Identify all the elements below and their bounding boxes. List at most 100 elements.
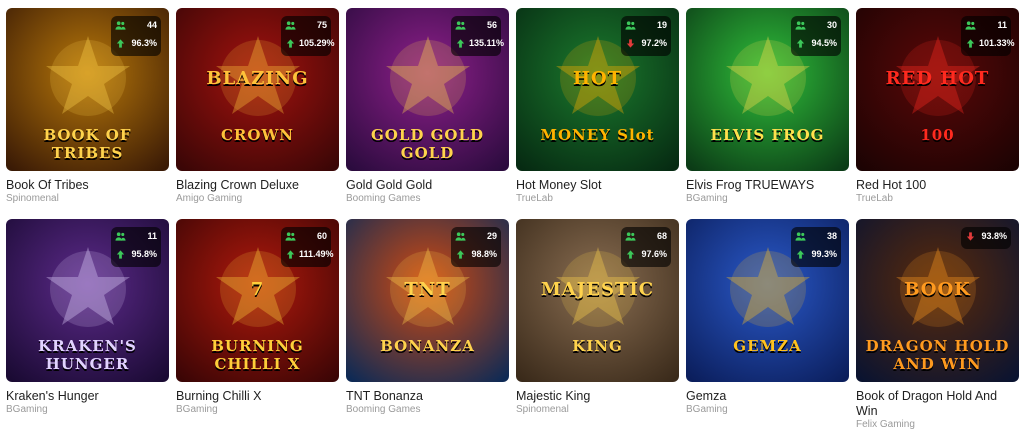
game-logo-top: TNT bbox=[404, 279, 451, 300]
rtp-up-icon bbox=[456, 249, 465, 259]
game-title[interactable]: Red Hot 100 bbox=[856, 178, 1019, 193]
game-card[interactable]: ELVIS FROG 30 94.5% Elvis Frog TRUEWAYS BGam… bbox=[686, 8, 849, 219]
game-provider: Amigo Gaming bbox=[176, 193, 243, 204]
players-count: 56 bbox=[486, 20, 497, 30]
game-card[interactable]: HOT MONEY Slot 19 97.2% Hot Money Slot TrueLa… bbox=[516, 8, 679, 219]
game-thumbnail[interactable]: BLAZING CROWN 75 105.29% bbox=[176, 8, 339, 171]
rtp-down-icon bbox=[966, 231, 975, 241]
game-logo-top: BLAZING bbox=[206, 68, 309, 89]
game-logo-bottom: MONEY Slot bbox=[540, 126, 655, 144]
rtp-up-icon bbox=[626, 249, 635, 259]
game-thumbnail[interactable]: RED HOT 100 11 101.33% bbox=[856, 8, 1019, 171]
game-logo-bottom: BOOK OF TRIBES bbox=[43, 126, 132, 162]
game-title[interactable]: Elvis Frog TRUEWAYS bbox=[686, 178, 849, 193]
game-thumbnail[interactable]: KRAKEN'S HUNGER 11 95.8% bbox=[6, 219, 169, 382]
stats-badge: 29 98.8% bbox=[451, 227, 501, 267]
game-logo-top: 7 bbox=[250, 279, 265, 300]
rtp-stat: 93.8% bbox=[961, 227, 1011, 245]
people-icon bbox=[625, 20, 636, 30]
game-card[interactable]: MAJESTIC KING 68 97.6% Majestic King Spinomen… bbox=[516, 219, 679, 441]
players-stat: 38 bbox=[791, 227, 841, 245]
game-card[interactable]: 7 BURNING CHILLI X 60 111.49% Burning Chilli… bbox=[176, 219, 339, 441]
rtp-up-icon bbox=[286, 38, 295, 48]
players-count: 60 bbox=[316, 231, 327, 241]
rtp-value: 101.33% bbox=[979, 38, 1015, 48]
rtp-stat: 105.29% bbox=[281, 34, 335, 52]
game-card[interactable]: BOOK OF TRIBES 44 96.3% Book Of Tribes Spino… bbox=[6, 8, 169, 219]
game-logo-bottom: BONANZA bbox=[380, 337, 475, 355]
rtp-value: 93.8% bbox=[981, 231, 1007, 241]
game-title[interactable]: Gold Gold Gold bbox=[346, 178, 509, 193]
game-title[interactable]: Blazing Crown Deluxe bbox=[176, 178, 339, 193]
people-icon bbox=[795, 20, 806, 30]
game-card[interactable]: GEMZA 38 99.3% Gemza BGaming bbox=[686, 219, 849, 441]
stats-badge: 56 135.11% bbox=[451, 16, 504, 56]
rtp-value: 94.5% bbox=[811, 38, 837, 48]
game-title[interactable]: Book Of Tribes bbox=[6, 178, 169, 193]
game-card[interactable]: GOLD GOLD GOLD 56 135.11% Gold Gold Gold Boo… bbox=[346, 8, 509, 219]
game-logo-top: RED HOT bbox=[885, 68, 990, 89]
game-title[interactable]: Majestic King bbox=[516, 389, 679, 404]
players-stat: 11 bbox=[961, 16, 1011, 34]
rtp-stat: 95.8% bbox=[111, 245, 161, 263]
stats-badge: 75 105.29% bbox=[281, 16, 335, 56]
people-icon bbox=[625, 231, 636, 241]
game-thumbnail[interactable]: BOOK OF TRIBES 44 96.3% bbox=[6, 8, 169, 171]
game-title[interactable]: Hot Money Slot bbox=[516, 178, 679, 193]
stats-badge: 93.8% bbox=[961, 227, 1011, 249]
game-logo-bottom: ELVIS FROG bbox=[710, 126, 825, 144]
game-provider: Felix Gaming bbox=[856, 419, 915, 430]
game-thumbnail[interactable]: 7 BURNING CHILLI X 60 111.49% bbox=[176, 219, 339, 382]
game-title[interactable]: Kraken's Hunger bbox=[6, 389, 169, 404]
game-title[interactable]: TNT Bonanza bbox=[346, 389, 509, 404]
people-icon bbox=[285, 231, 296, 241]
game-thumbnail[interactable]: HOT MONEY Slot 19 97.2% bbox=[516, 8, 679, 171]
rtp-stat: 99.3% bbox=[791, 245, 841, 263]
players-stat: 60 bbox=[281, 227, 331, 245]
rtp-value: 97.2% bbox=[641, 38, 667, 48]
game-logo-bottom: GOLD GOLD GOLD bbox=[370, 126, 485, 162]
game-thumbnail[interactable]: ELVIS FROG 30 94.5% bbox=[686, 8, 849, 171]
game-card[interactable]: RED HOT 100 11 101.33% Red Hot 100 TrueLab bbox=[856, 8, 1019, 219]
rtp-value: 95.8% bbox=[131, 249, 157, 259]
game-logo-bottom: KING bbox=[572, 337, 623, 355]
rtp-down-icon bbox=[626, 38, 635, 48]
game-provider: Spinomenal bbox=[6, 193, 59, 204]
rtp-value: 105.29% bbox=[299, 38, 335, 48]
players-count: 19 bbox=[656, 20, 667, 30]
rtp-up-icon bbox=[456, 38, 465, 48]
players-stat: 19 bbox=[621, 16, 671, 34]
game-provider: BGaming bbox=[6, 404, 48, 415]
game-title[interactable]: Gemza bbox=[686, 389, 849, 404]
game-thumbnail[interactable]: TNT BONANZA 29 98.8% bbox=[346, 219, 509, 382]
rtp-value: 97.6% bbox=[641, 249, 667, 259]
people-icon bbox=[455, 231, 466, 241]
rtp-stat: 94.5% bbox=[791, 34, 841, 52]
game-title[interactable]: Burning Chilli X bbox=[176, 389, 339, 404]
stats-badge: 11 95.8% bbox=[111, 227, 161, 267]
game-card[interactable]: KRAKEN'S HUNGER 11 95.8% Kraken's Hunger BGa… bbox=[6, 219, 169, 441]
game-provider: Booming Games bbox=[346, 404, 421, 415]
stats-badge: 68 97.6% bbox=[621, 227, 671, 267]
players-stat: 29 bbox=[451, 227, 501, 245]
players-count: 44 bbox=[146, 20, 157, 30]
rtp-up-icon bbox=[286, 249, 295, 259]
games-grid: BOOK OF TRIBES 44 96.3% Book Of Tribes Spino… bbox=[6, 8, 1019, 441]
game-thumbnail[interactable]: MAJESTIC KING 68 97.6% bbox=[516, 219, 679, 382]
game-thumbnail[interactable]: BOOK DRAGON HOLD AND WIN 93.8% bbox=[856, 219, 1019, 382]
rtp-up-icon bbox=[116, 38, 125, 48]
rtp-value: 98.8% bbox=[471, 249, 497, 259]
game-title[interactable]: Book of Dragon Hold And Win bbox=[856, 389, 1019, 419]
game-card[interactable]: BLAZING CROWN 75 105.29% Blazing Crown Delux… bbox=[176, 8, 339, 219]
rtp-up-icon bbox=[966, 38, 975, 48]
stats-badge: 38 99.3% bbox=[791, 227, 841, 267]
game-card[interactable]: BOOK DRAGON HOLD AND WIN 93.8% Book of Drag… bbox=[856, 219, 1019, 441]
rtp-stat: 111.49% bbox=[281, 245, 334, 263]
game-thumbnail[interactable]: GOLD GOLD GOLD 56 135.11% bbox=[346, 8, 509, 171]
rtp-stat: 96.3% bbox=[111, 34, 161, 52]
game-thumbnail[interactable]: GEMZA 38 99.3% bbox=[686, 219, 849, 382]
game-logo-top: MAJESTIC bbox=[540, 279, 655, 300]
people-icon bbox=[115, 20, 126, 30]
game-card[interactable]: TNT BONANZA 29 98.8% TNT Bonanza Booming Game… bbox=[346, 219, 509, 441]
players-stat: 44 bbox=[111, 16, 161, 34]
